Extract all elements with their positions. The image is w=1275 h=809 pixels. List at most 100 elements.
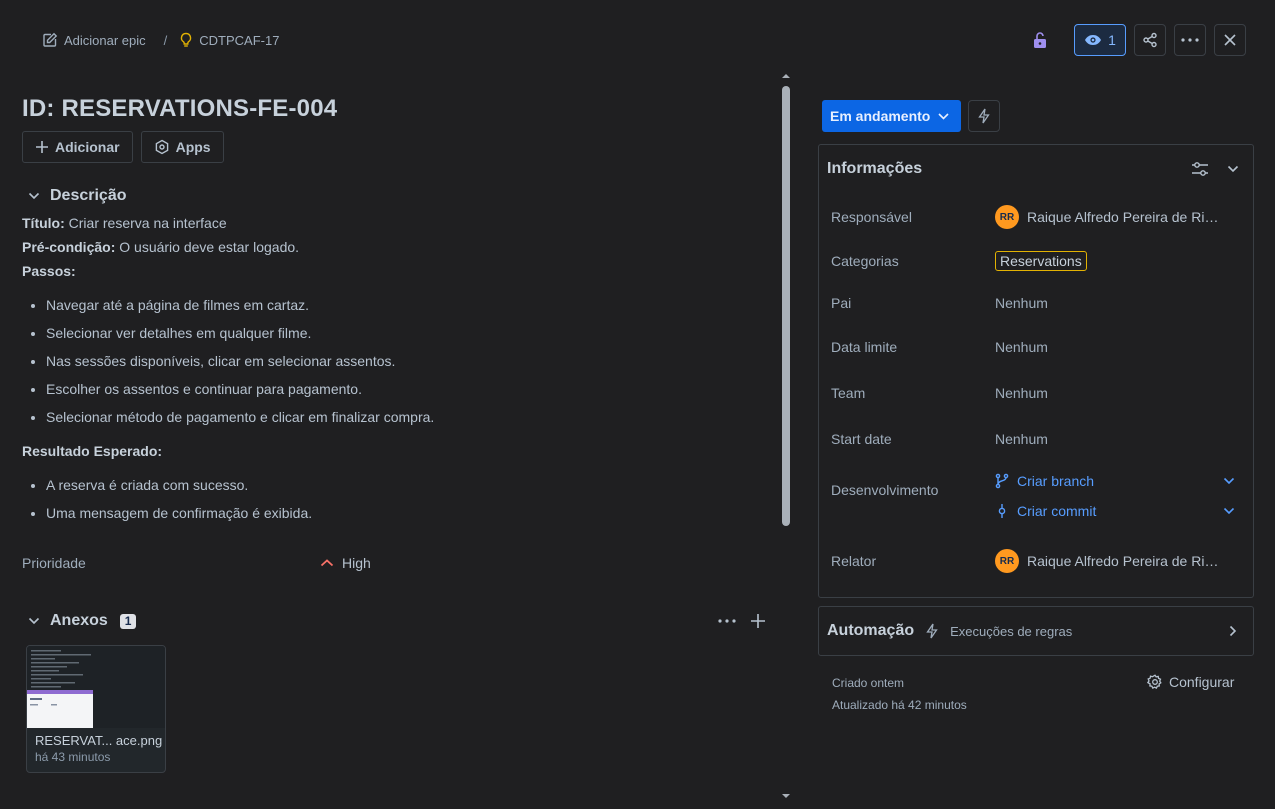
branch-icon	[995, 473, 1009, 489]
desc-title-value: Criar reserva na interface	[68, 215, 227, 231]
chevron-down-icon	[1223, 507, 1235, 515]
development-links: Criar branch Criar commit	[995, 473, 1235, 519]
parent-value[interactable]: Nenhum	[995, 295, 1048, 311]
team-label: Team	[831, 385, 866, 401]
steps-list: Navegar até a página de filmes em cartaz…	[22, 291, 772, 431]
categories-label: Categorias	[831, 253, 899, 269]
add-attachment-icon[interactable]	[750, 613, 766, 629]
gear-icon	[1147, 674, 1163, 690]
avatar: RR	[995, 205, 1019, 229]
apps-button[interactable]: Apps	[140, 131, 224, 163]
create-branch-link[interactable]: Criar branch	[995, 473, 1235, 489]
add-epic-label: Adicionar epic	[64, 32, 146, 48]
reporter-value[interactable]: RR Raique Alfredo Pereira de Ribeiro	[995, 549, 1223, 573]
unlock-icon	[1032, 31, 1048, 49]
desc-precondition-label: Pré-condição:	[22, 239, 116, 255]
assignee-label: Responsável	[831, 209, 912, 225]
steps-label-text: Passos:	[22, 263, 76, 279]
watch-count: 1	[1108, 32, 1116, 48]
attachments-more-icon[interactable]	[718, 619, 736, 623]
eye-icon	[1084, 34, 1102, 46]
scroll-up-icon[interactable]	[781, 72, 791, 80]
development-row: Desenvolvimento Criar branch Criar commi…	[831, 473, 1235, 519]
main-scrollbar[interactable]	[780, 72, 792, 802]
share-button[interactable]	[1134, 24, 1166, 56]
due-date-value[interactable]: Nenhum	[995, 339, 1048, 355]
assignee-row: Responsável RR Raique Alfredo Pereira de…	[831, 205, 1223, 229]
reporter-label: Relator	[831, 553, 877, 569]
lightbulb-icon	[179, 32, 193, 48]
priority-field: Prioridade High	[22, 551, 772, 575]
create-commit-link[interactable]: Criar commit	[995, 503, 1235, 519]
breadcrumb-separator: /	[163, 32, 168, 48]
categories-value[interactable]: Reservations	[995, 251, 1087, 271]
breadcrumb: Adicionar epic / CDTPCAF-17	[42, 30, 279, 50]
chevron-down-icon	[28, 617, 40, 625]
share-icon	[1142, 32, 1158, 48]
expected-label-text: Resultado Esperado:	[22, 443, 163, 459]
quick-actions-button[interactable]	[968, 100, 1000, 132]
priority-value[interactable]: High	[320, 555, 371, 571]
issue-toolbar: 1	[1024, 24, 1246, 56]
configure-button[interactable]: Configurar	[1147, 674, 1234, 690]
parent-label: Pai	[831, 295, 852, 311]
restriction-button[interactable]	[1024, 24, 1056, 56]
automation-heading: Automação	[827, 622, 915, 639]
add-button[interactable]: Adicionar	[22, 131, 133, 163]
lightning-icon	[926, 623, 938, 639]
issue-title[interactable]: ID: RESERVATIONS-FE-004	[22, 90, 772, 128]
scroll-down-icon[interactable]	[781, 792, 791, 800]
chevron-down-icon	[28, 192, 40, 200]
edit-icon	[42, 32, 58, 48]
assignee-name: Raique Alfredo Pereira de Ribeiro	[1027, 209, 1223, 225]
watch-button[interactable]: 1	[1074, 24, 1126, 56]
category-tag: Reservations	[995, 251, 1087, 271]
create-commit-label: Criar commit	[1017, 503, 1097, 519]
desc-precondition-line: Pré-condição: O usuário deve estar logad…	[22, 235, 772, 259]
parent-row: Pai Nenhum	[831, 295, 1048, 311]
expected-item: Uma mensagem de confirmação é exibida.	[46, 499, 772, 527]
chevron-down-icon	[938, 112, 949, 120]
due-date-row: Data limite Nenhum	[831, 339, 1048, 355]
details-header[interactable]: Informações	[819, 145, 1253, 193]
start-date-value[interactable]: Nenhum	[995, 431, 1048, 447]
issue-key-link[interactable]: CDTPCAF-17	[179, 32, 279, 48]
automation-panel[interactable]: Automação Execuções de regras	[818, 606, 1254, 656]
description-header[interactable]: Descrição	[22, 187, 772, 205]
attachment-time: há 43 minutos	[35, 750, 111, 764]
team-row: Team Nenhum	[831, 385, 1048, 401]
desc-precondition-value: O usuário deve estar logado.	[119, 239, 300, 255]
issue-main: ID: RESERVATIONS-FE-004 Adicionar Apps D…	[22, 90, 772, 773]
step-item: Escolher os assentos e continuar para pa…	[46, 375, 772, 403]
attachments-heading: Anexos	[50, 612, 108, 629]
more-icon	[1181, 38, 1199, 42]
team-value[interactable]: Nenhum	[995, 385, 1048, 401]
attachments-toggle[interactable]: Anexos 1	[22, 612, 137, 630]
add-epic-link[interactable]: Adicionar epic	[42, 32, 146, 48]
priority-label: Prioridade	[22, 555, 86, 571]
desc-steps-label: Passos:	[22, 259, 772, 283]
issue-actions: Adicionar Apps	[22, 131, 772, 163]
reporter-row: Relator RR Raique Alfredo Pereira de Rib…	[831, 549, 1223, 573]
status-dropdown[interactable]: Em andamento	[822, 100, 961, 132]
close-icon	[1223, 33, 1237, 47]
chevron-down-icon	[1223, 477, 1235, 485]
development-label: Desenvolvimento	[831, 482, 939, 498]
attachment-name: RESERVAT... ace.png	[35, 733, 163, 748]
assignee-value[interactable]: RR Raique Alfredo Pereira de Ribeiro	[995, 205, 1223, 229]
expected-item: A reserva é criada com sucesso.	[46, 471, 772, 499]
priority-text: High	[342, 555, 371, 571]
rule-executions-label: Execuções de regras	[950, 623, 1073, 639]
scrollbar-thumb[interactable]	[782, 86, 790, 526]
configure-fields-icon[interactable]	[1191, 161, 1209, 177]
attachment-card[interactable]: RESERVAT... ace.png há 43 minutos	[26, 645, 166, 773]
due-date-label: Data limite	[831, 339, 898, 355]
chevron-down-icon[interactable]	[1227, 165, 1239, 173]
description-body[interactable]: Título: Criar reserva na interface Pré-c…	[22, 211, 772, 527]
more-actions-button[interactable]	[1174, 24, 1206, 56]
plus-icon	[35, 140, 49, 154]
attachments-header: Anexos 1	[22, 605, 772, 637]
expected-list: A reserva é criada com sucesso. Uma mens…	[22, 471, 772, 527]
start-date-row: Start date Nenhum	[831, 431, 1048, 447]
close-button[interactable]	[1214, 24, 1246, 56]
